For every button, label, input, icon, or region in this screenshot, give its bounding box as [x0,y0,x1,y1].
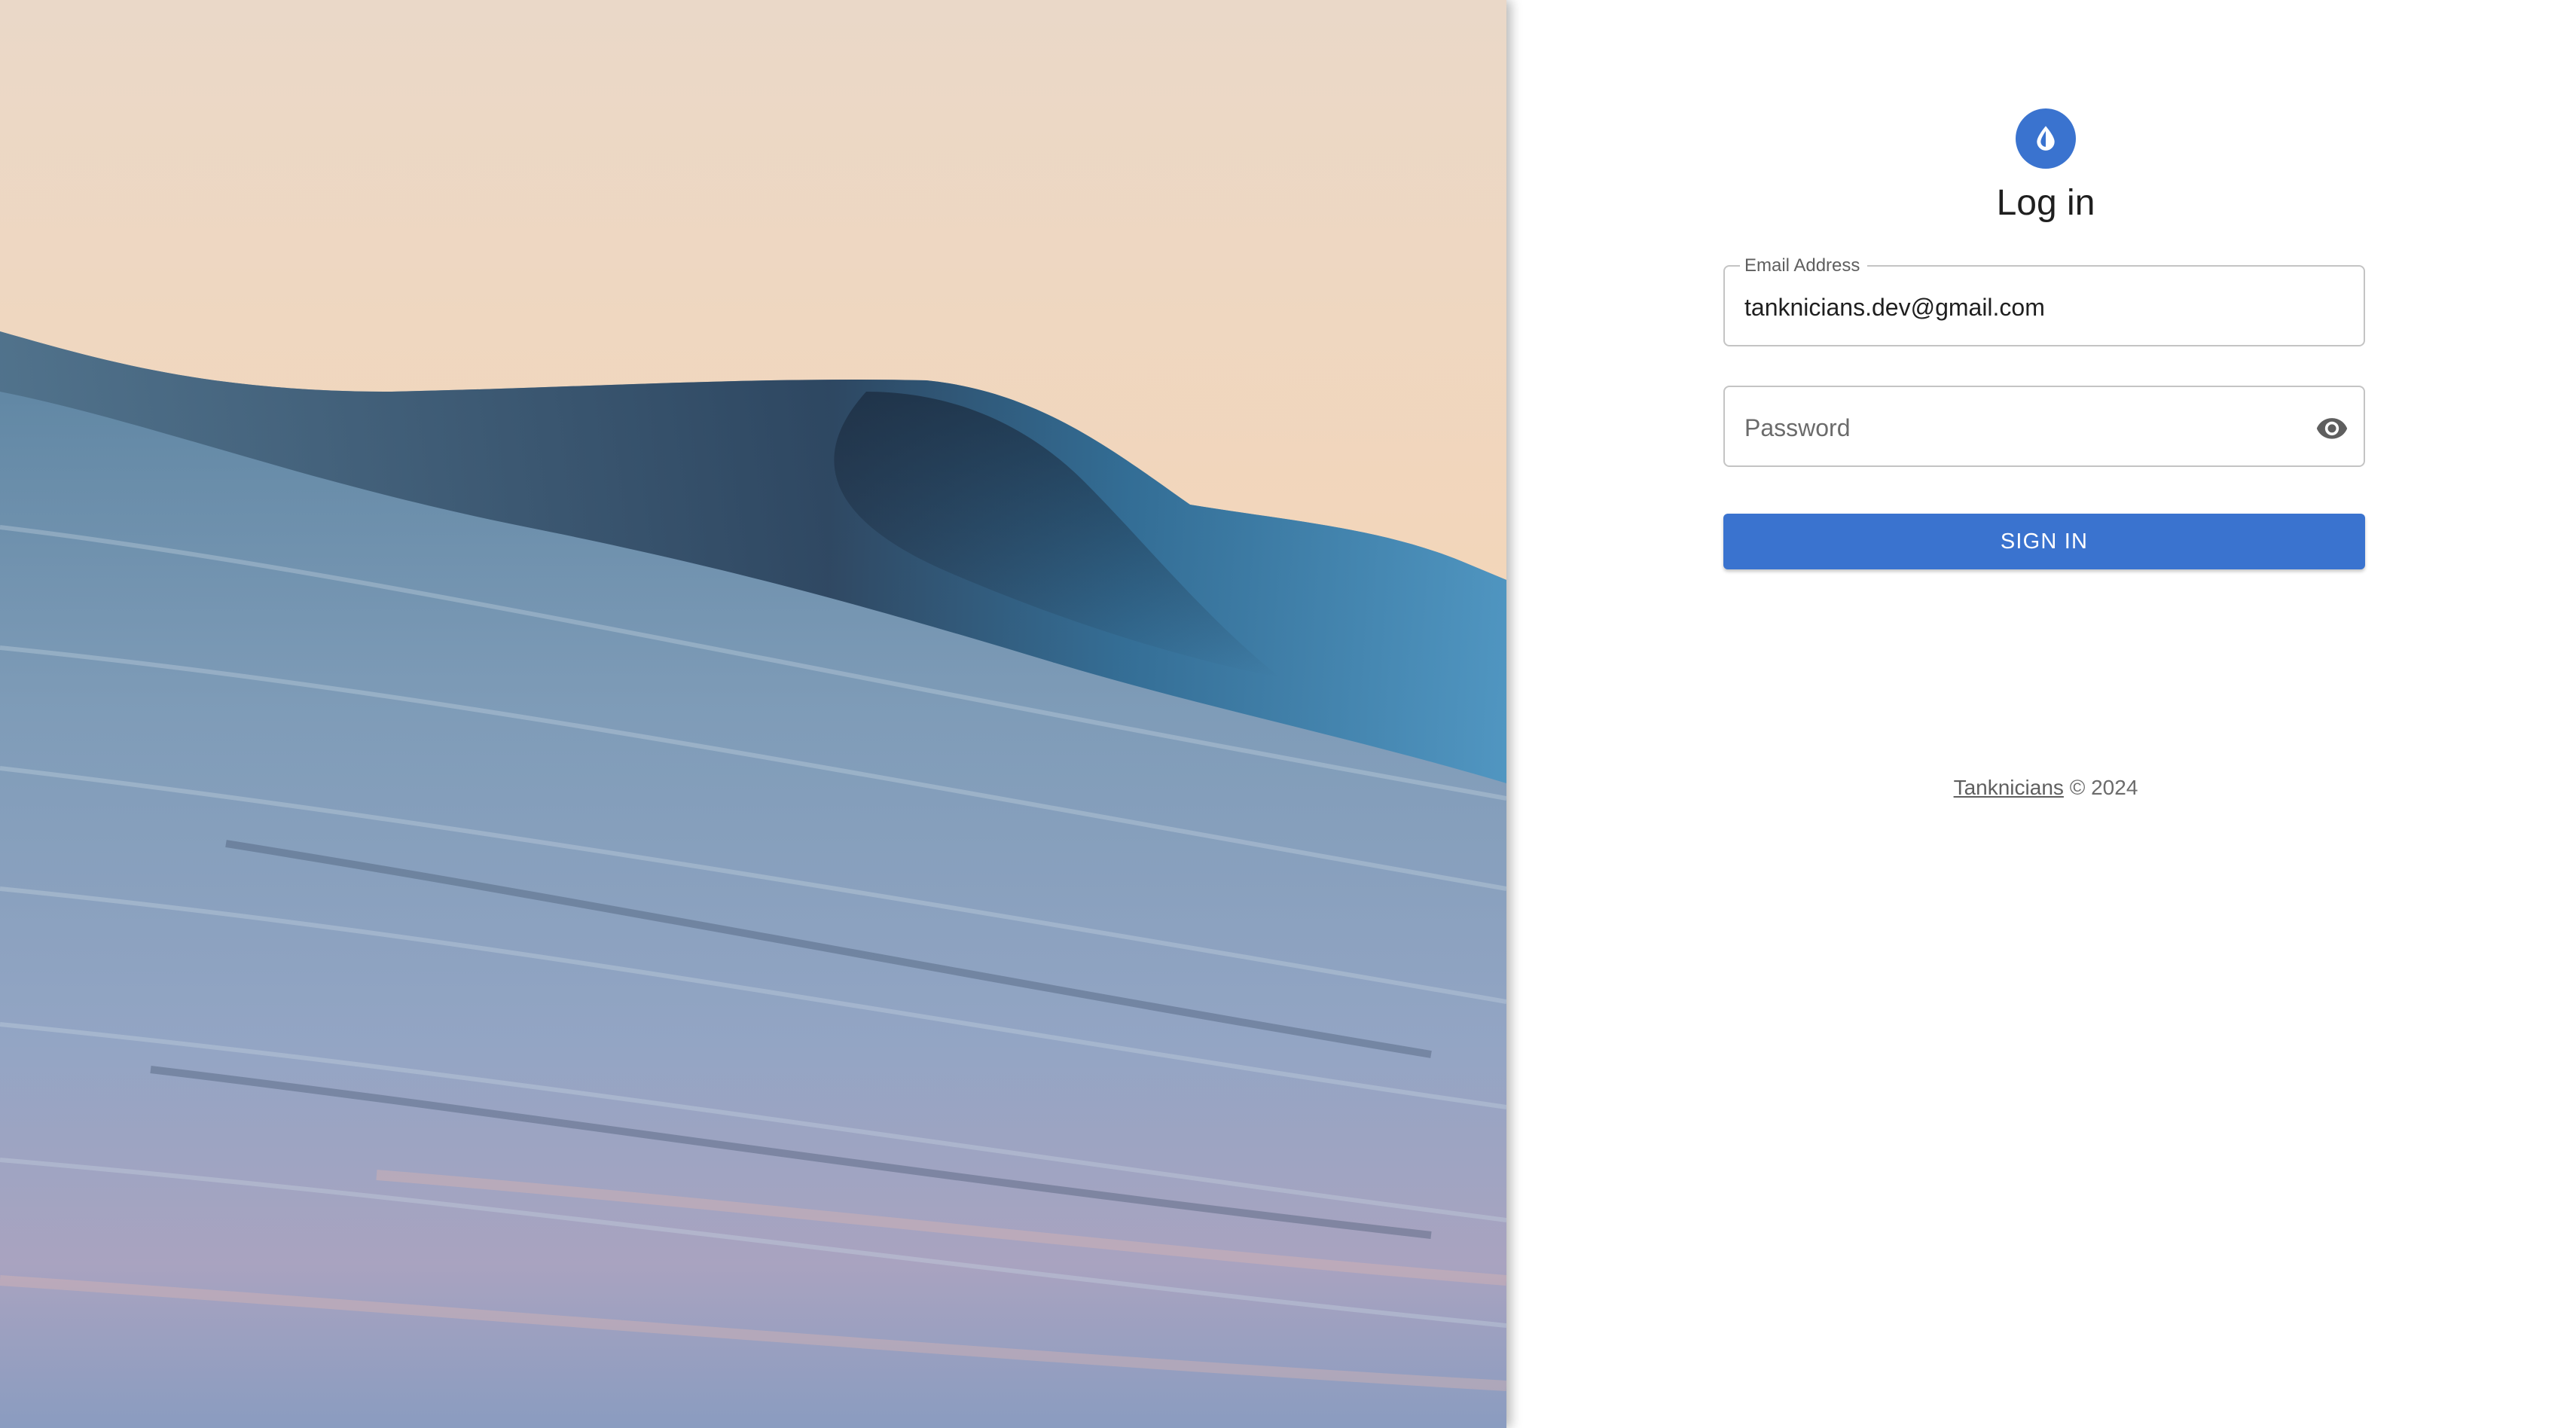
page-title: Log in [1996,183,2095,223]
hero-wave-image [0,0,1506,1428]
logo-badge [2016,108,2076,169]
email-field-label: Email Address [1740,255,1868,277]
login-panel: Log in Email Address tanknicians.dev@gma… [1506,0,2576,1428]
footer-copyright: © 2024 [2069,776,2138,799]
footer: Tanknicians © 2024 [1723,774,2368,801]
password-placeholder[interactable]: Password [1744,413,1851,443]
login-page: Log in Email Address tanknicians.dev@gma… [0,0,2576,1428]
email-field[interactable]: Email Address tanknicians.dev@gmail.com [1723,255,2365,346]
email-field-value[interactable]: tanknicians.dev@gmail.com [1744,292,2045,322]
footer-link[interactable]: Tanknicians [1954,776,2064,799]
water-drop-icon [2037,126,2055,151]
wave-illustration [0,0,1506,1428]
password-field[interactable]: Password [1723,386,2365,467]
sign-in-button[interactable]: SIGN IN [1723,514,2365,569]
eye-icon[interactable] [2315,411,2349,444]
show-password-toggle[interactable] [2314,410,2350,446]
